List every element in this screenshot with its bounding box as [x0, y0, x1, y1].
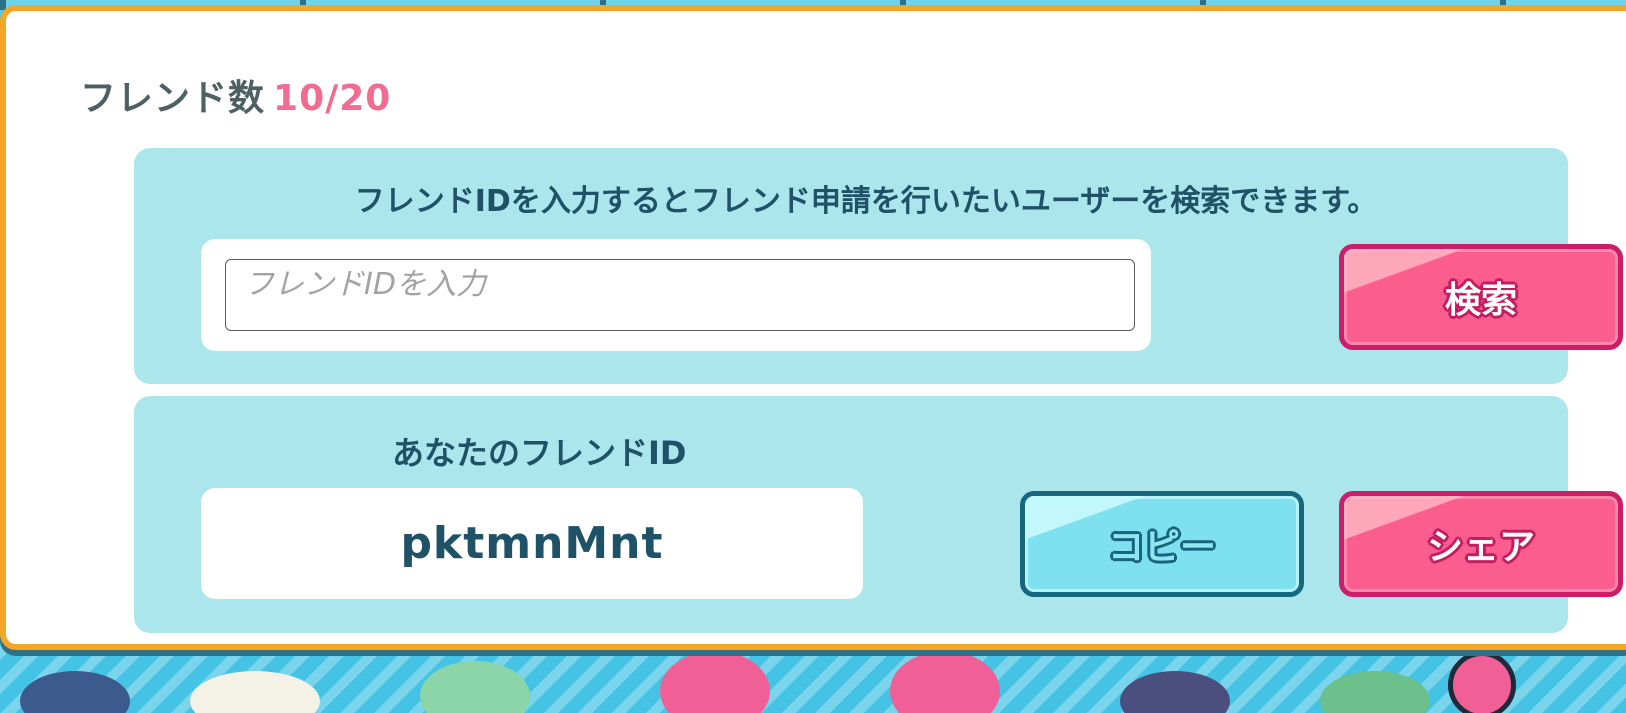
decoration-item — [190, 671, 320, 713]
friend-search-panel: フレンドIDを入力するとフレンド申請を行いたいユーザーを検索できます。 検索 — [134, 148, 1623, 384]
my-friend-id-label: あなたのフレンドID — [392, 434, 687, 472]
my-friend-id-box: pktmnMnt — [201, 488, 863, 599]
decoration-item — [420, 661, 530, 713]
friend-id-input-wrapper — [201, 239, 1151, 351]
search-instruction: フレンドIDを入力するとフレンド申請を行いたいユーザーを検索できます。 — [354, 184, 1378, 219]
my-friend-id-value: pktmnMnt — [400, 518, 664, 569]
friend-count: フレンド数 10/20 — [80, 69, 391, 121]
friend-dialog: フレンド数 10/20 フレンドIDを入力するとフレンド申請を行いたいユーザーを検… — [0, 5, 1626, 650]
share-button[interactable]: シェア — [1339, 491, 1623, 597]
my-friend-id-panel: あなたのフレンドID pktmnMnt コピー シェア — [134, 396, 1623, 633]
decoration-item — [660, 651, 770, 713]
bottom-decoration-bar — [0, 646, 1626, 713]
friend-id-input[interactable] — [225, 259, 1135, 331]
friend-count-label: フレンド数 — [80, 78, 266, 119]
search-button[interactable]: 検索 — [1339, 244, 1623, 350]
copy-button[interactable]: コピー — [1020, 491, 1304, 597]
decoration-item — [20, 671, 130, 713]
decoration-item — [1320, 671, 1430, 713]
decoration-item — [1120, 671, 1230, 713]
share-button-label: シェア — [1426, 527, 1535, 568]
decoration-item — [890, 651, 1000, 713]
friend-count-value: 10/20 — [273, 78, 392, 119]
notification-bolt-icon — [1448, 651, 1516, 713]
copy-button-label: コピー — [1107, 527, 1216, 568]
search-button-label: 検索 — [1444, 280, 1517, 321]
